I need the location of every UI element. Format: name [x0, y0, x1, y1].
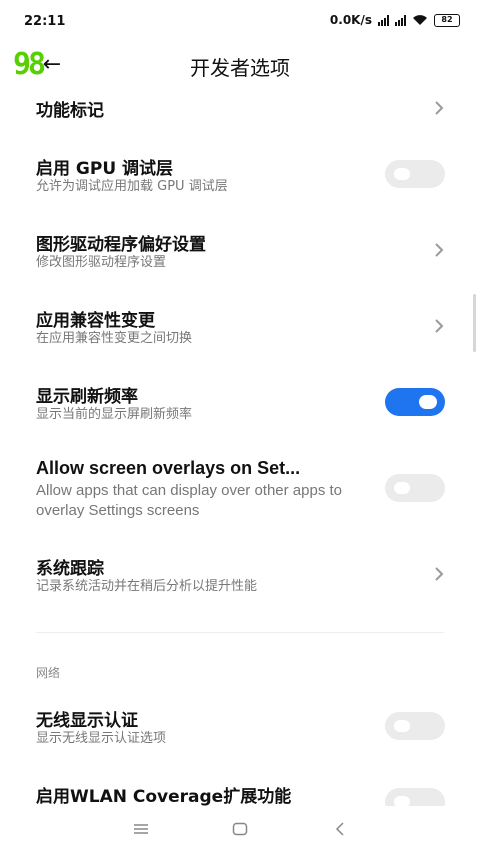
setting-title: 启用 GPU 调试层 — [36, 159, 174, 179]
status-time: 22:11 — [24, 14, 66, 29]
section-divider — [36, 632, 444, 633]
setting-subtitle: Allow apps that can display over other a… — [36, 482, 343, 519]
app-bar: 98 ← 开发者选项 — [0, 44, 480, 84]
section-header-network: 网络 — [36, 666, 61, 680]
setting-item-wlan-coverage[interactable]: 启用WLAN Coverage扩展功能 — [0, 772, 480, 806]
signal-icon-2 — [395, 14, 406, 26]
setting-item-screen-overlays[interactable]: Allow screen overlays on Set... Allow ap… — [0, 448, 480, 530]
navigation-bar — [0, 806, 480, 852]
setting-title: 应用兼容性变更 — [36, 311, 155, 331]
setting-title: 显示刷新频率 — [36, 387, 138, 407]
gpu-debug-toggle[interactable] — [385, 160, 445, 188]
setting-title: 系统跟踪 — [36, 559, 104, 579]
toggle-knob — [394, 482, 410, 494]
setting-title: 无线显示认证 — [36, 711, 138, 731]
signal-icon — [378, 14, 389, 26]
setting-title: 图形驱动程序偏好设置 — [36, 235, 206, 255]
toggle-knob — [394, 168, 410, 180]
setting-item-refresh-rate[interactable]: 显示刷新频率 显示当前的显示屏刷新频率 — [0, 372, 480, 432]
status-bar: 22:11 0.0K/s 82 — [0, 0, 480, 44]
setting-subtitle: 在应用兼容性变更之间切换 — [36, 331, 193, 346]
menu-icon[interactable] — [129, 818, 153, 840]
setting-subtitle: 允许为调试应用加载 GPU 调试层 — [36, 179, 228, 194]
page-title: 开发者选项 — [190, 56, 290, 80]
setting-title: 启用WLAN Coverage扩展功能 — [36, 787, 292, 806]
status-indicators: 0.0K/s 82 — [330, 13, 460, 27]
battery-icon: 82 — [434, 13, 460, 27]
network-speed: 0.0K/s — [329, 13, 372, 27]
setting-item-app-compat[interactable]: 应用兼容性变更 在应用兼容性变更之间切换 — [0, 296, 480, 356]
screen-overlays-toggle[interactable] — [385, 474, 445, 502]
setting-subtitle: 显示当前的显示屏刷新频率 — [36, 407, 193, 422]
setting-subtitle: 记录系统活动并在稍后分析以提升性能 — [36, 579, 258, 594]
setting-subtitle: 修改图形驱动程序设置 — [36, 255, 167, 270]
chevron-right-icon — [432, 565, 446, 583]
home-icon[interactable] — [228, 818, 252, 840]
toggle-knob — [419, 395, 437, 409]
setting-title: 功能标记 — [36, 101, 104, 121]
setting-item-system-trace[interactable]: 系统跟踪 记录系统活动并在稍后分析以提升性能 — [0, 544, 480, 604]
setting-item-feature-flags[interactable]: 功能标记 — [0, 88, 480, 130]
setting-item-graphics-driver[interactable]: 图形驱动程序偏好设置 修改图形驱动程序设置 — [0, 220, 480, 280]
wifi-icon — [412, 14, 428, 26]
chevron-right-icon — [432, 99, 446, 117]
setting-item-wireless-display-cert[interactable]: 无线显示认证 显示无线显示认证选项 — [0, 696, 480, 756]
toggle-knob — [394, 796, 410, 806]
chevron-right-icon — [432, 317, 446, 335]
scrollbar-thumb[interactable] — [473, 294, 476, 352]
refresh-rate-toggle[interactable] — [385, 388, 445, 416]
toggle-knob — [394, 720, 410, 732]
chevron-right-icon — [432, 241, 446, 259]
wlan-coverage-toggle[interactable] — [385, 788, 445, 806]
setting-subtitle: 显示无线显示认证选项 — [36, 731, 167, 746]
back-icon[interactable] — [328, 818, 352, 840]
wireless-display-toggle[interactable] — [385, 712, 445, 740]
setting-title: Allow screen overlays on Set... — [36, 458, 301, 478]
setting-item-gpu-debug-layer[interactable]: 启用 GPU 调试层 允许为调试应用加载 GPU 调试层 — [0, 144, 480, 204]
battery-level: 82 — [441, 14, 453, 24]
